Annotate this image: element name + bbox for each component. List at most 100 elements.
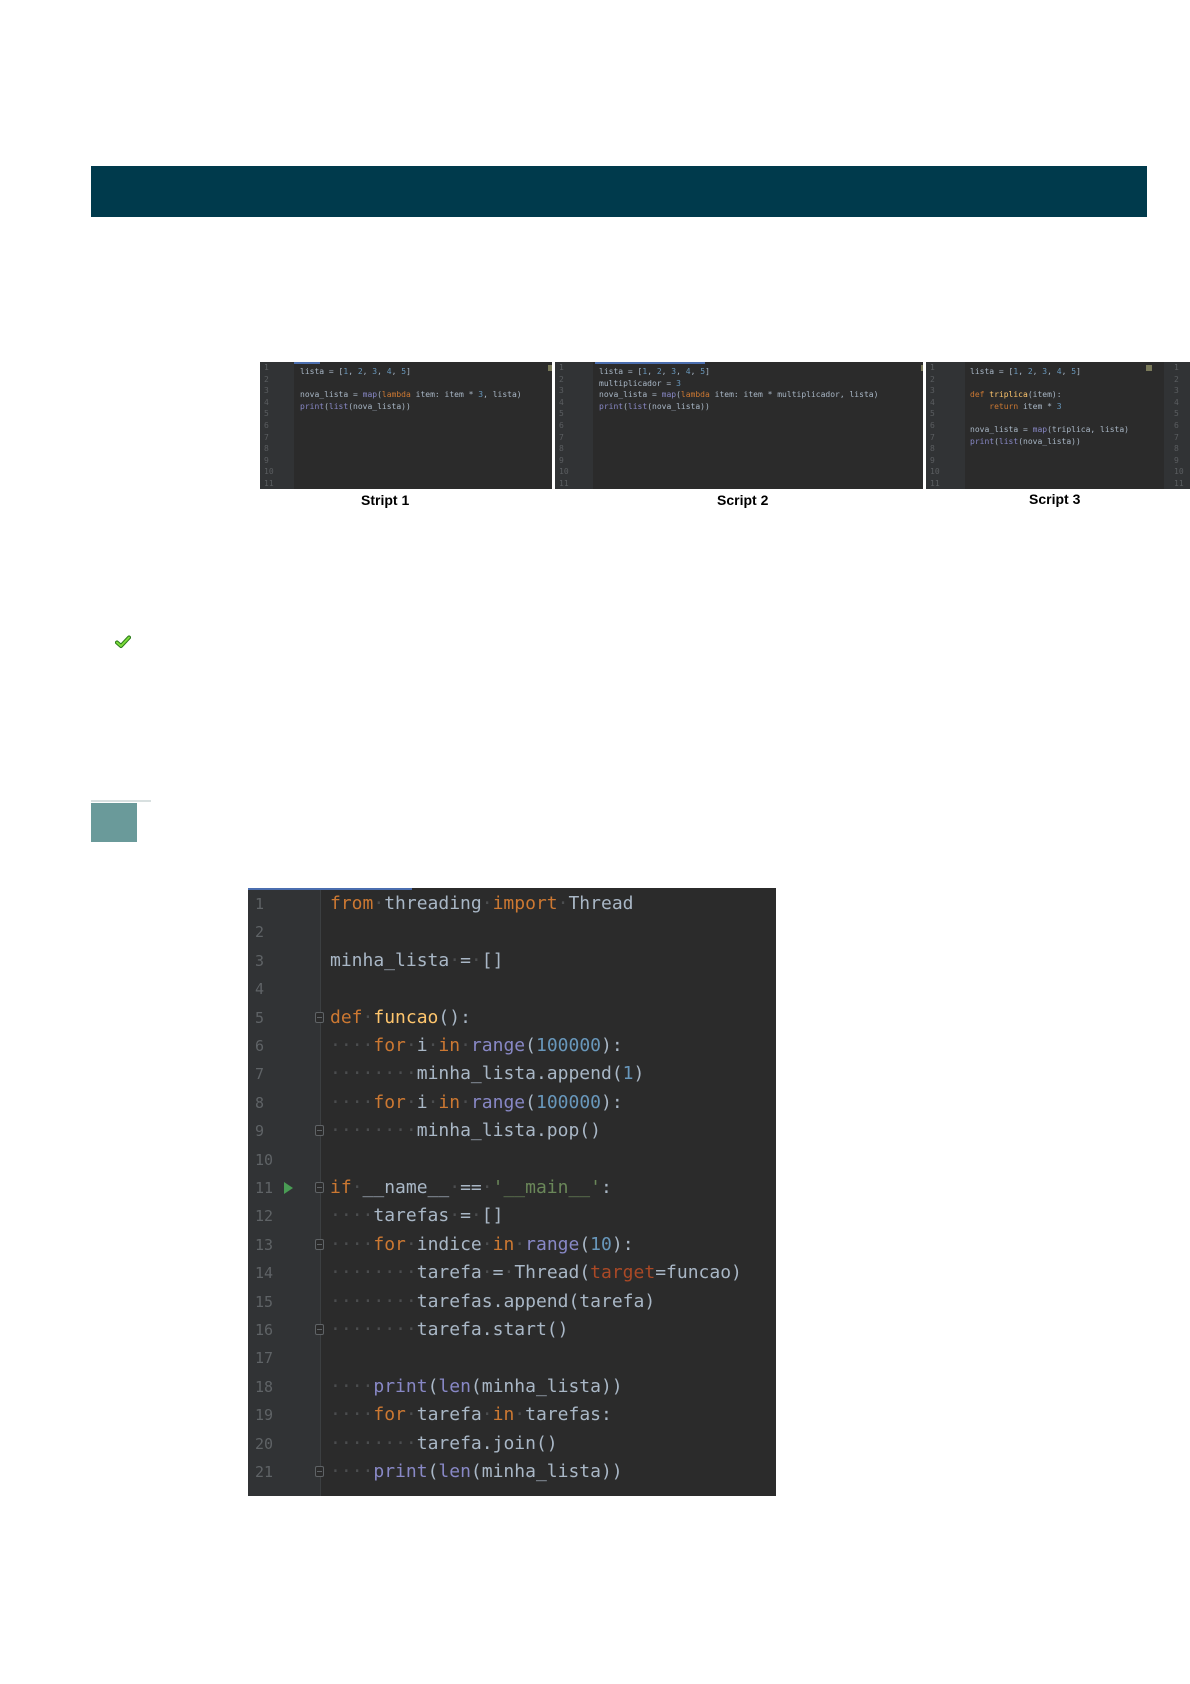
line-number: 17 [255,1349,274,1368]
code-line: lista = [1, 2, 3, 4, 5] [300,367,411,376]
code-row: 13 ····for·indice·in·range(10): [248,1231,776,1259]
code-line: def triplica(item): [970,390,1062,400]
code-row: 5 def·funcao(): [248,1004,776,1032]
line-number: 12 [255,1207,274,1226]
code-line: ········minha_lista.pop() [330,1120,601,1142]
script-1-editor: 1 2 3 4 5 6 7 8 9 10 11 lista = [1, 2, 3, 4, 5] no… [260,362,552,489]
line-number: 6 [264,420,269,430]
box-divider [91,800,151,802]
line-number: 3 [930,386,935,396]
line-number: 4 [255,980,265,999]
line-number: 7 [264,432,269,442]
line-number: 4 [264,397,269,407]
code-line: minha_lista·=·[] [330,949,504,971]
line-number: 14 [255,1264,274,1283]
code-row: 8 ····for·i·in·range(100000): [248,1089,776,1117]
code-line: ····print(len(minha_lista)) [330,1461,623,1482]
fold-icon[interactable] [315,1182,324,1193]
script-2-editor: 1 2 3 4 5 6 7 8 9 10 11 lista = [1, 2, 3, 4, 5] mul… [555,362,923,489]
code-row: 17 [248,1344,776,1372]
caption-script-3: Script 3 [1029,491,1081,507]
line-number: 7 [1174,432,1179,442]
line-number: 6 [559,420,564,430]
code-line: print(list(nova_lista)) [300,401,411,411]
line-number: 2 [930,374,935,384]
line-number: 11 [930,478,940,488]
line-number: 6 [1174,420,1179,430]
line-number: 21 [255,1463,274,1481]
code-row: 10 [248,1146,776,1174]
line-number: 3 [264,386,269,396]
code-line: lista = [1, 2, 3, 4, 5] [970,367,1081,376]
line-number: 1 [1174,363,1179,372]
code-line: nova_lista = map(triplica, lista) [970,424,1129,434]
line-number: 7 [559,432,564,442]
line-number: 16 [255,1321,274,1339]
code-body: lista = [1, 2, 3, 4, 5] nova_lista = map… [300,366,522,412]
section-marker-box [91,803,137,842]
line-number: 18 [255,1377,274,1396]
code-line: ········tarefas.append(tarefa) [330,1290,656,1312]
line-number: 20 [255,1434,274,1453]
code-row: 14 ········tarefa·=·Thread(target=funcao) [248,1259,776,1287]
code-row: 15 ········tarefas.append(tarefa) [248,1288,776,1316]
code-line: return item * 3 [989,401,1062,411]
line-number: 6 [255,1037,265,1055]
code-line: from·threading·import·Thread [330,893,634,914]
line-number: 2 [264,374,269,384]
code-line: ········minha_lista.append(1) [330,1063,645,1085]
line-number: 8 [255,1093,265,1112]
line-number: 3 [1174,386,1179,396]
line-number: 1 [559,363,564,372]
line-number: 8 [559,444,564,454]
line-number: 9 [1174,455,1179,465]
code-line: if·__name__·==·'__main__': [330,1177,612,1198]
line-number: 7 [255,1065,265,1084]
code-row: 16 ········tarefa.start() [248,1316,776,1344]
fold-icon[interactable] [315,1011,324,1023]
line-number: 5 [264,409,269,419]
line-number: 10 [255,1150,274,1169]
code-line: ····print(len(minha_lista)) [330,1375,623,1397]
fold-icon[interactable] [315,1125,324,1137]
code-line: nova_lista = map(lambda item: item * 3, … [300,390,522,400]
code-line: def·funcao(): [330,1006,471,1028]
checkmark-icon [115,635,131,648]
code-line: lista = [1, 2, 3, 4, 5] [599,367,710,376]
code-line: ····tarefas·=·[] [330,1205,504,1227]
code-row: 9 ········minha_lista.pop() [248,1117,776,1145]
line-number: 10 [559,467,569,477]
caption-script-2: Script 2 [717,492,769,508]
fold-icon[interactable] [315,1238,324,1250]
line-number: 3 [559,386,564,396]
line-number: 8 [1174,444,1179,454]
line-gutter: 1 2 3 4 5 6 7 8 9 10 11 [555,362,593,489]
line-number: 8 [264,444,269,454]
line-number: 6 [930,420,935,430]
fold-icon[interactable] [315,1466,324,1477]
line-number: 2 [1174,374,1179,384]
code-row: 21 ····print(len(minha_lista)) [248,1458,776,1486]
line-number: 2 [255,923,265,942]
code-line: ····for·indice·in·range(10): [330,1233,634,1255]
run-icon[interactable] [284,1182,293,1194]
code-line: print(list(nova_lista)) [970,436,1081,446]
code-line: nova_lista = map(lambda item: item * mul… [599,390,879,400]
line-number: 8 [930,444,935,454]
code-row: 11 if·__name__·==·'__main__': [248,1174,776,1202]
code-row: 3 minha_lista·=·[] [248,947,776,975]
line-number: 9 [559,455,564,465]
line-number: 9 [255,1122,265,1141]
code-row: 7 ········minha_lista.append(1) [248,1060,776,1088]
fold-icon[interactable] [315,1324,324,1335]
code-row: 19 ····for·tarefa·in·tarefas: [248,1401,776,1429]
caption-script-1: Stript 1 [361,492,410,508]
line-gutter: 1 2 3 4 5 6 7 8 9 10 11 [926,362,965,489]
code-line: ····for·i·in·range(100000): [330,1035,623,1056]
line-number: 10 [264,467,274,477]
code-line: ····for·tarefa·in·tarefas: [330,1404,612,1426]
code-line: ········tarefa·=·Thread(target=funcao) [330,1262,742,1284]
line-number: 10 [930,467,940,477]
